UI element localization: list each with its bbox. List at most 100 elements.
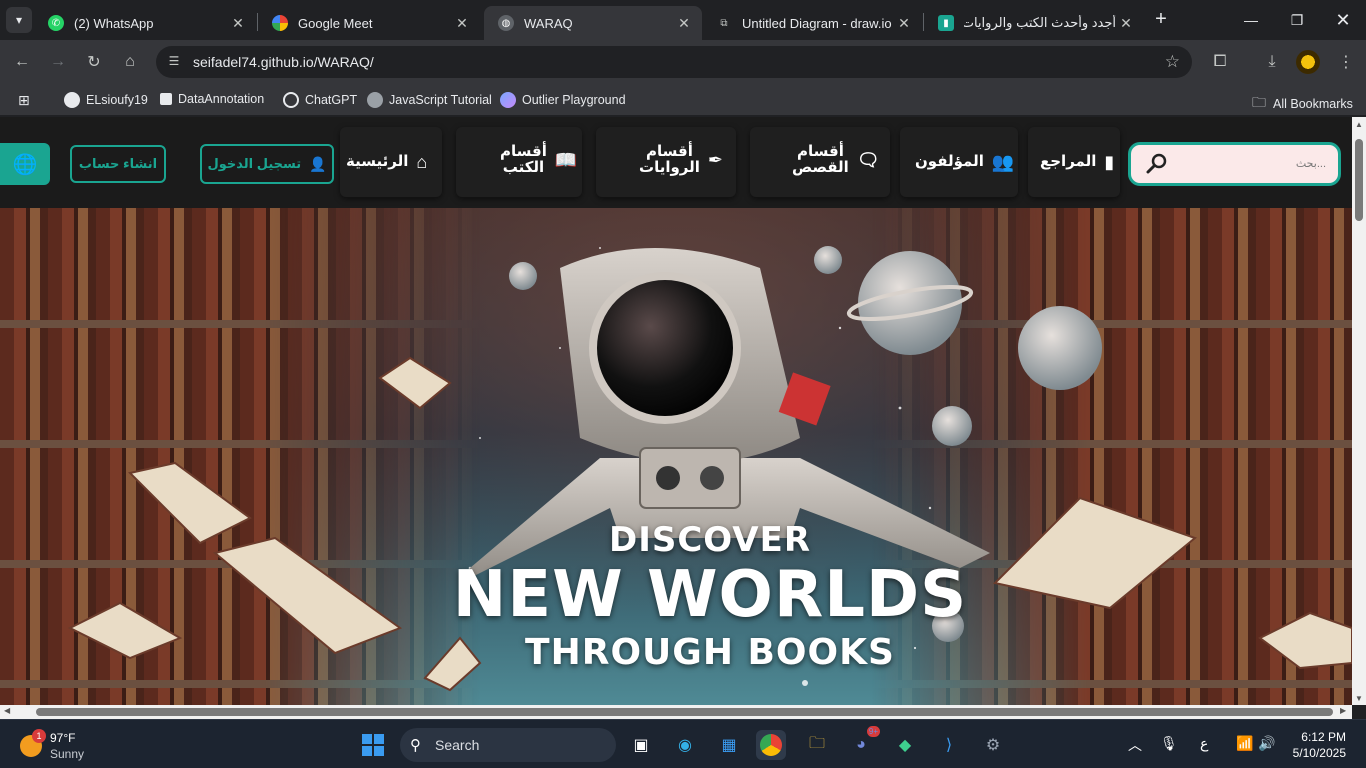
bookmark-outlier-playground[interactable]: Outlier Playground <box>500 92 626 108</box>
back-icon[interactable]: ← <box>8 48 36 76</box>
browser-menu-icon[interactable]: ⋮ <box>1332 48 1360 76</box>
horizontal-scroll-thumb[interactable] <box>36 708 1333 716</box>
forward-icon[interactable]: → <box>44 48 72 76</box>
github-icon <box>64 92 80 108</box>
globe-icon: ◍ <box>498 15 514 31</box>
profile-avatar[interactable] <box>1296 50 1320 74</box>
chat-icon: 🗨 <box>856 150 880 170</box>
google-meet-icon <box>272 15 288 31</box>
downloads-icon[interactable]: ⤓ <box>1258 48 1286 76</box>
scroll-up-icon[interactable]: ▲ <box>1354 120 1364 129</box>
search-icon[interactable] <box>1145 151 1169 175</box>
scroll-down-icon[interactable]: ▼ <box>1354 694 1364 703</box>
input-language[interactable]: ع <box>1200 735 1208 752</box>
bookmark-elsioufy19[interactable]: ELsioufy19 <box>64 92 148 108</box>
site-search-box[interactable]: بحث... <box>1128 142 1341 186</box>
tab-title: (2) WhatsApp <box>74 15 154 31</box>
nav-books[interactable]: 📖 أقسام الكتب <box>500 144 577 176</box>
vscode-icon[interactable]: ⟩ <box>934 730 964 760</box>
weather-condition: Sunny <box>50 747 85 761</box>
signup-button[interactable]: انشاء حساب <box>70 145 166 183</box>
chrome-logo <box>760 734 782 756</box>
globe-icon <box>367 92 383 108</box>
vertical-scrollbar[interactable]: ▲ ▼ <box>1352 117 1366 705</box>
taskbar-search[interactable]: ⚲ Search <box>400 728 616 762</box>
site-navbar: بحث... ▮ المراجع 👥 المؤلفون 🗨 أقسام القص… <box>0 117 1352 208</box>
bookmark-chatgpt[interactable]: ChatGPT <box>283 92 357 108</box>
windows-icon <box>362 734 384 756</box>
apps-grid-icon[interactable]: ⊞ <box>18 92 30 109</box>
tab-google-meet[interactable]: Google Meet ✕ <box>258 6 480 40</box>
bookmark-label: Outlier Playground <box>522 93 626 107</box>
home-icon[interactable]: ⌂ <box>116 48 144 76</box>
store-icon[interactable]: ▦ <box>714 730 744 760</box>
reload-icon[interactable]: ↻ <box>80 48 108 76</box>
nav-novels[interactable]: ✒ أقسام الروايات <box>639 144 723 176</box>
language-button[interactable]: 🌐 <box>0 143 50 185</box>
all-bookmarks-label: All Bookmarks <box>1273 97 1353 111</box>
wifi-icon[interactable]: 📶 <box>1236 735 1253 752</box>
volume-icon[interactable]: 🔊 <box>1258 735 1275 752</box>
address-bar[interactable]: ☰ seifadel74.github.io/WARAQ/ ☆ <box>156 46 1192 78</box>
url-text[interactable]: seifadel74.github.io/WARAQ/ <box>193 54 374 70</box>
clock-time: 6:12 PM <box>1301 730 1346 744</box>
tab-search-button[interactable]: ▾ <box>6 7 32 33</box>
tab-close-icon[interactable]: ✕ <box>1116 15 1136 32</box>
globe-icon: 🌐 <box>12 153 38 176</box>
bookmark-star-icon[interactable]: ☆ <box>1165 52 1180 72</box>
bookmark-dataannotation[interactable]: DataAnnotation <box>160 92 264 106</box>
close-window-button[interactable]: ✕ <box>1320 0 1366 40</box>
book-site-icon: ▮ <box>938 15 954 31</box>
all-bookmarks[interactable]: 🗀 All Bookmarks <box>1252 92 1353 116</box>
site-info-icon[interactable]: ☰ <box>166 54 182 70</box>
weather-temp: 97°F <box>50 731 76 745</box>
login-button[interactable]: 👤 تسجيل الدخول <box>200 144 334 184</box>
vertical-scroll-thumb[interactable] <box>1355 139 1363 221</box>
nav-references-label: المراجع <box>1040 153 1097 170</box>
settings-icon[interactable]: ⚙ <box>978 730 1008 760</box>
book-open-icon: 📖 <box>554 150 578 170</box>
tab-books-site[interactable]: ▮ أجدد وأحدث الكتب والروايات ال ✕ <box>924 6 1144 40</box>
windows-taskbar: 1 97°F Sunny ⚲ Search ▣ ◉ ▦ 🗀 ◕ 9+ ◆ ⟩ ⚙… <box>0 719 1366 768</box>
signup-label: انشاء حساب <box>78 156 158 171</box>
app-leaf-icon[interactable]: ◆ <box>890 730 920 760</box>
tab-waraq[interactable]: ◍ WARAQ ✕ <box>484 6 702 40</box>
nav-stories[interactable]: 🗨 أقسام القصص <box>792 144 880 176</box>
nav-books-label-1: أقسام <box>500 143 547 160</box>
outlier-icon <box>500 92 516 108</box>
file-explorer-icon[interactable]: 🗀 <box>802 730 832 760</box>
nav-home[interactable]: ⌂ الرئيسية <box>346 153 427 171</box>
tab-close-icon[interactable]: ✕ <box>452 15 472 32</box>
bookmarks-bar: ⊞ ELsioufy19 DataAnnotation ChatGPT Java… <box>0 84 1366 116</box>
task-view-icon[interactable]: ▣ <box>626 730 656 760</box>
new-tab-button[interactable]: + <box>1150 8 1172 30</box>
discord-icon[interactable]: ◕ 9+ <box>846 726 880 760</box>
chrome-icon[interactable] <box>756 730 786 760</box>
tab-close-icon[interactable]: ✕ <box>674 15 694 32</box>
horizontal-scrollbar[interactable]: ◀ ▶ <box>0 705 1352 719</box>
restore-button[interactable]: ❐ <box>1274 0 1320 40</box>
search-icon: ⚲ <box>410 737 421 754</box>
extensions-icon[interactable]: ⧠ <box>1206 48 1234 76</box>
users-icon: 👥 <box>991 152 1015 172</box>
bookmark-javascript-tutorial[interactable]: JavaScript Tutorial <box>367 92 492 108</box>
tab-drawio[interactable]: ⧉ Untitled Diagram - draw.io ✕ <box>702 6 922 40</box>
scroll-left-icon[interactable]: ◀ <box>4 706 10 715</box>
tab-close-icon[interactable]: ✕ <box>228 15 248 32</box>
weather-widget[interactable]: 1 97°F Sunny <box>20 729 110 761</box>
drawio-icon: ⧉ <box>720 17 728 29</box>
planet-small <box>814 246 842 274</box>
scroll-right-icon[interactable]: ▶ <box>1340 706 1346 715</box>
nav-authors[interactable]: 👥 المؤلفون <box>915 152 1015 172</box>
nav-references[interactable]: ▮ المراجع <box>1040 153 1114 171</box>
folder-icon: 🗀 <box>1252 94 1266 110</box>
minimize-button[interactable]: — <box>1228 0 1274 40</box>
edge-icon[interactable]: ◉ <box>670 730 700 760</box>
system-clock[interactable]: 6:12 PM 5/10/2025 <box>1293 729 1346 761</box>
tab-close-icon[interactable]: ✕ <box>894 15 914 32</box>
start-button[interactable] <box>358 730 388 760</box>
microphone-icon[interactable]: 🎙 <box>1160 735 1178 752</box>
weather-badge: 1 <box>32 729 46 743</box>
tab-whatsapp[interactable]: ✆ (2) WhatsApp ✕ <box>34 6 256 40</box>
tray-chevron-icon[interactable]: ︿ <box>1128 735 1142 755</box>
